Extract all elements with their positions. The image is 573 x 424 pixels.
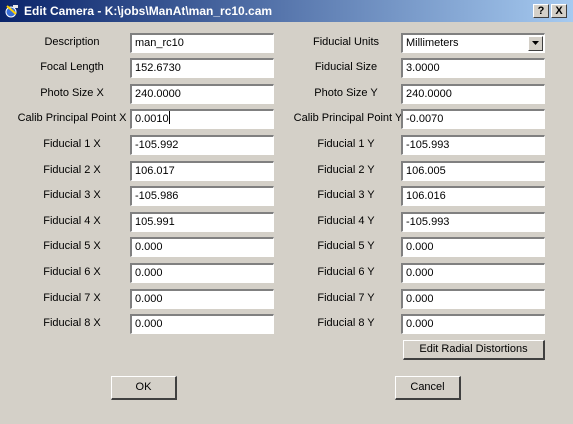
fiducial-5-x-label: Fiducial 5 X <box>43 240 101 252</box>
photo-size-y-label: Photo Size Y <box>314 87 378 99</box>
camera-app-icon <box>5 5 18 18</box>
calib-principal-point-x-value: 0.0010 <box>135 113 169 125</box>
description-input[interactable]: man_rc10 <box>130 33 274 53</box>
fiducial-3-y-input[interactable]: 106.016 <box>401 186 545 206</box>
edit-radial-distortions-button[interactable]: Edit Radial Distortions <box>403 340 545 360</box>
fiducial-5-y-input[interactable]: 0.000 <box>401 237 545 257</box>
fiducial-1-y-input[interactable]: -105.993 <box>401 135 545 155</box>
calib-principal-point-x-input[interactable]: 0.0010 <box>130 109 274 129</box>
fiducial-4-y-input[interactable]: -105.993 <box>401 212 545 232</box>
fiducial-3-y-label: Fiducial 3 Y <box>317 189 375 201</box>
cancel-button[interactable]: Cancel <box>395 376 461 400</box>
fiducial-2-x-label: Fiducial 2 X <box>43 164 101 176</box>
fiducial-3-x-label: Fiducial 3 X <box>43 189 101 201</box>
fiducial-5-y-label: Fiducial 5 Y <box>317 240 375 252</box>
fiducial-units-select[interactable]: Millimeters <box>401 33 545 53</box>
text-cursor <box>168 111 170 124</box>
fiducial-size-label: Fiducial Size <box>314 61 378 73</box>
fiducial-8-x-label: Fiducial 8 X <box>43 317 101 329</box>
fiducial-4-y-label: Fiducial 4 Y <box>317 215 375 227</box>
fiducial-5-x-input[interactable]: 0.000 <box>130 237 274 257</box>
fiducial-3-x-input[interactable]: -105.986 <box>130 186 274 206</box>
fiducial-7-y-input[interactable]: 0.000 <box>401 289 545 309</box>
fiducial-2-y-label: Fiducial 2 Y <box>317 164 375 176</box>
calib-principal-point-y-label: Calib Principal Point Y <box>293 112 403 124</box>
fiducial-units-value: Millimeters <box>406 37 459 49</box>
fiducial-4-x-input[interactable]: 105.991 <box>130 212 274 232</box>
fiducial-1-y-label: Fiducial 1 Y <box>317 138 375 150</box>
fiducial-6-x-input[interactable]: 0.000 <box>130 263 274 283</box>
fiducial-6-x-label: Fiducial 6 X <box>43 266 101 278</box>
close-button[interactable]: X <box>551 4 567 18</box>
dropdown-arrow-button[interactable] <box>528 36 543 51</box>
fiducial-8-y-label: Fiducial 8 Y <box>317 317 375 329</box>
calib-principal-point-y-input[interactable]: -0.0070 <box>401 109 545 129</box>
fiducial-8-x-input[interactable]: 0.000 <box>130 314 274 334</box>
fiducial-6-y-input[interactable]: 0.000 <box>401 263 545 283</box>
fiducial-8-y-input[interactable]: 0.000 <box>401 314 545 334</box>
focal-length-label: Focal Length <box>40 61 104 73</box>
fiducial-4-x-label: Fiducial 4 X <box>43 215 101 227</box>
fiducial-7-y-label: Fiducial 7 Y <box>317 292 375 304</box>
calib-principal-point-x-label: Calib Principal Point X <box>17 112 127 124</box>
fiducial-1-x-input[interactable]: -105.992 <box>130 135 274 155</box>
fiducial-7-x-label: Fiducial 7 X <box>43 292 101 304</box>
window-title: Edit Camera - K:\jobs\ManAt\man_rc10.cam <box>24 4 273 18</box>
fiducial-2-x-input[interactable]: 106.017 <box>130 161 274 181</box>
fiducial-6-y-label: Fiducial 6 Y <box>317 266 375 278</box>
focal-length-input[interactable]: 152.6730 <box>130 58 274 78</box>
title-bar[interactable]: Edit Camera - K:\jobs\ManAt\man_rc10.cam… <box>0 0 573 22</box>
description-label: Description <box>44 36 100 48</box>
ok-button[interactable]: OK <box>111 376 177 400</box>
help-button[interactable]: ? <box>533 4 549 18</box>
fiducial-7-x-input[interactable]: 0.000 <box>130 289 274 309</box>
fiducial-1-x-label: Fiducial 1 X <box>43 138 101 150</box>
chevron-down-icon <box>532 41 539 45</box>
fiducial-units-label: Fiducial Units <box>312 36 380 48</box>
fiducial-size-input[interactable]: 3.0000 <box>401 58 545 78</box>
fiducial-2-y-input[interactable]: 106.005 <box>401 161 545 181</box>
photo-size-y-input[interactable]: 240.0000 <box>401 84 545 104</box>
photo-size-x-label: Photo Size X <box>40 87 104 99</box>
photo-size-x-input[interactable]: 240.0000 <box>130 84 274 104</box>
